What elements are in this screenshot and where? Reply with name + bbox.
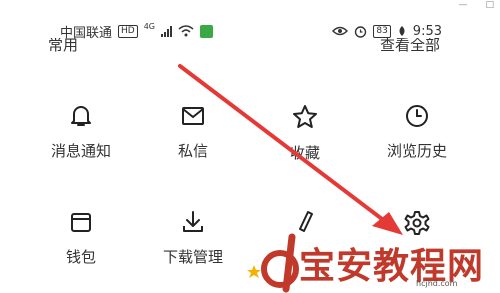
eye-icon <box>332 26 349 36</box>
menu-item-messages[interactable]: 私信 <box>138 103 248 161</box>
wallet-icon <box>71 213 91 232</box>
network-type: 4G <box>143 21 156 31</box>
minimize-icon[interactable]: — <box>458 0 467 12</box>
mail-icon <box>182 107 204 125</box>
menu-item-history[interactable]: 浏览历史 <box>362 103 472 161</box>
menu-label: 钱包 <box>65 248 96 266</box>
section-title: 常用 <box>48 38 79 54</box>
view-all-link[interactable]: 查看全部 <box>380 38 440 58</box>
menu-label: 私信 <box>177 142 208 160</box>
hd-badge: HD <box>118 24 138 38</box>
menu-item-wallet[interactable]: 钱包 <box>26 209 136 267</box>
leaf-icon <box>399 26 405 36</box>
bell-icon <box>71 106 91 126</box>
menu-label: 收藏 <box>289 144 320 162</box>
alarm-icon <box>355 25 367 38</box>
maximize-icon[interactable]: □ <box>485 0 494 12</box>
window-controls: — □ <box>458 0 494 12</box>
menu-label: 浏览历史 <box>386 142 447 160</box>
app-notification-icon <box>200 24 214 38</box>
download-icon <box>183 211 203 232</box>
watermark: 宝安教程网 hcjhd.com <box>246 233 500 293</box>
menu-item-downloads[interactable]: 下载管理 <box>138 209 248 267</box>
wifi-icon <box>178 25 194 37</box>
pen-icon <box>299 211 313 232</box>
signal-icon <box>161 25 173 37</box>
menu-label: 下载管理 <box>162 248 223 266</box>
watermark-url: hcjhd.com <box>416 279 458 288</box>
star-icon <box>293 105 317 128</box>
section-header: 常用 查看全部 <box>48 38 440 58</box>
watermark-logo <box>247 233 299 293</box>
menu-item-favorites[interactable]: 收藏 <box>250 103 360 163</box>
clock-time: 9:53 <box>412 23 442 39</box>
clock-icon <box>406 105 428 127</box>
menu-item-notifications[interactable]: 消息通知 <box>26 103 136 161</box>
battery-level: 83 <box>373 24 391 38</box>
menu-label: 消息通知 <box>50 142 111 160</box>
